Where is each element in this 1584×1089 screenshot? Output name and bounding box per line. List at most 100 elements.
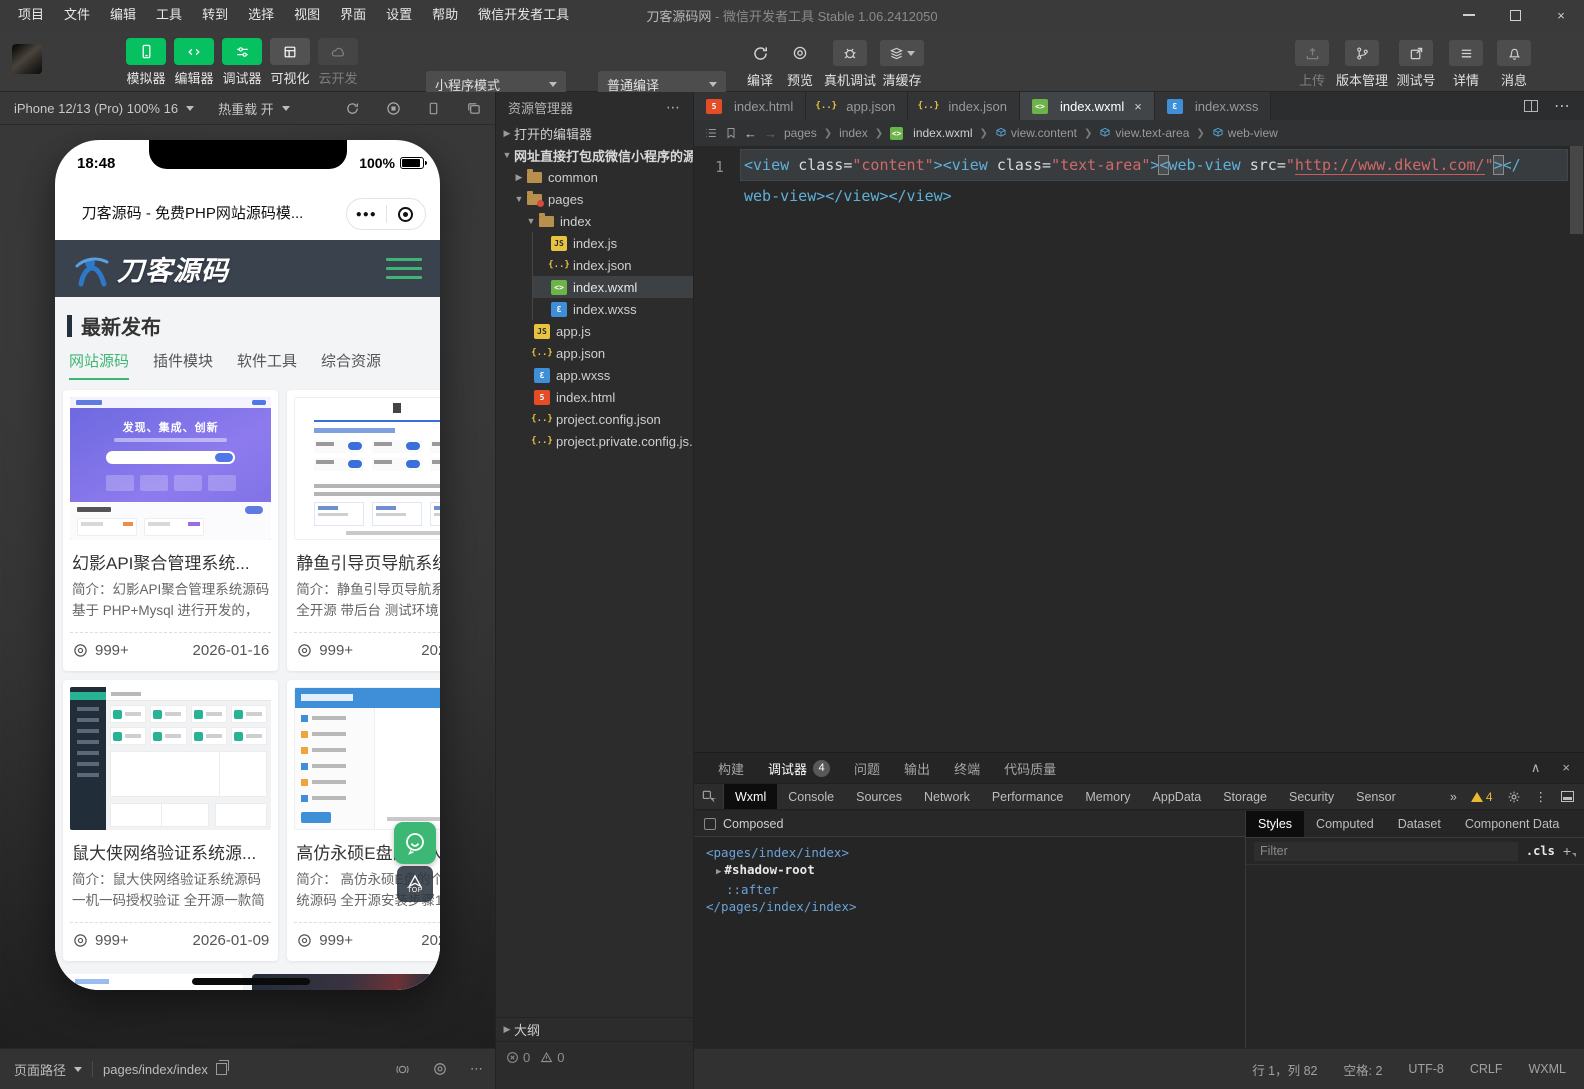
vibrate-icon[interactable] bbox=[395, 1062, 410, 1077]
outline-list-icon[interactable] bbox=[704, 126, 718, 140]
crumb-view-content[interactable]: view.content bbox=[995, 126, 1077, 140]
collapse-panel-icon[interactable]: ∧ bbox=[1531, 760, 1541, 776]
hot-reload-toggle[interactable]: 热重载 开 bbox=[218, 99, 290, 118]
bookmark-icon[interactable] bbox=[725, 126, 737, 140]
close-panel-icon[interactable]: × bbox=[1562, 760, 1570, 776]
tab-misc-resources[interactable]: 综合资源 bbox=[321, 350, 381, 380]
more-button[interactable]: ●●● bbox=[347, 209, 386, 220]
close-tab-icon[interactable]: × bbox=[1134, 99, 1142, 114]
file-index-wxml[interactable]: <> index.wxml bbox=[533, 276, 693, 298]
url-link[interactable]: http://www.dkewl.com/ bbox=[1295, 156, 1485, 175]
file-index-html[interactable]: 5 index.html bbox=[496, 386, 693, 408]
file-app-wxss[interactable]: Ɛ app.wxss bbox=[496, 364, 693, 386]
menu-settings[interactable]: 设置 bbox=[376, 0, 422, 30]
devtools-tab-sensor[interactable]: Sensor bbox=[1345, 784, 1407, 809]
stop-icon[interactable] bbox=[386, 101, 401, 116]
devtools-tab-storage[interactable]: Storage bbox=[1212, 784, 1278, 809]
folder-common[interactable]: ▶ common bbox=[496, 166, 693, 188]
tab-index-wxml[interactable]: <>index.wxml× bbox=[1020, 92, 1155, 120]
more-tabs-icon[interactable]: » bbox=[1450, 790, 1457, 804]
file-index-json[interactable]: {..} index.json bbox=[533, 254, 693, 276]
code-editor[interactable]: 1 <view class="content"><view class="tex… bbox=[694, 146, 1584, 752]
encoding[interactable]: UTF-8 bbox=[1408, 1062, 1443, 1076]
panel-tab-terminal[interactable]: 终端 bbox=[944, 759, 990, 778]
resource-card[interactable]: 静鱼引导页导航系统源... 简介：静鱼引导页导航系统源码全开源 带后台 测试环境… bbox=[287, 390, 440, 671]
devtools-menu-icon[interactable]: ⋮ bbox=[1535, 789, 1548, 804]
clear-cache-button[interactable]: 清缓存 bbox=[866, 40, 938, 89]
menu-tools[interactable]: 工具 bbox=[146, 0, 192, 30]
devtools-tab-wxml[interactable]: Wxml bbox=[724, 784, 777, 809]
wxml-node-open[interactable]: <pages/index/index> bbox=[706, 844, 1245, 861]
tab-index-json[interactable]: {..}index.json bbox=[908, 92, 1020, 120]
tab-website-source[interactable]: 网站源码 bbox=[69, 350, 129, 380]
wxml-node-shadow-root[interactable]: ▶#shadow-root bbox=[706, 861, 1245, 881]
panel-tab-output[interactable]: 输出 bbox=[894, 759, 940, 778]
dataset-tab[interactable]: Dataset bbox=[1386, 811, 1453, 837]
tab-plugin-module[interactable]: 插件模块 bbox=[153, 350, 213, 380]
project-root[interactable]: ▼ 网址直接打包成微信小程序的源码 bbox=[496, 144, 693, 166]
file-project-private-config[interactable]: {..} project.private.config.js... bbox=[496, 430, 693, 452]
more-options-icon[interactable]: ⋯ bbox=[470, 1061, 483, 1077]
outline-section[interactable]: ▶ 大纲 bbox=[496, 1017, 693, 1041]
inspect-element-icon[interactable] bbox=[694, 784, 724, 809]
tab-index-wxss[interactable]: Ɛindex.wxss bbox=[1155, 92, 1272, 120]
user-avatar[interactable] bbox=[12, 44, 42, 74]
dock-side-icon[interactable] bbox=[1561, 791, 1574, 802]
indent-setting[interactable]: 空格: 2 bbox=[1344, 1060, 1383, 1079]
panel-tab-build[interactable]: 构建 bbox=[708, 759, 754, 778]
resource-card[interactable]: 高仿永硕E盘的个人网... 简介： 高仿永硕E盘的个人网盘系统源码 全开源安装步… bbox=[287, 680, 440, 961]
file-index-js[interactable]: JS index.js bbox=[533, 232, 693, 254]
cursor-position[interactable]: 行 1，列 82 bbox=[1252, 1060, 1317, 1079]
panel-tab-debugger[interactable]: 调试器4 bbox=[758, 759, 840, 778]
cls-toggle[interactable]: .cls bbox=[1526, 844, 1555, 858]
file-project-config[interactable]: {..} project.config.json bbox=[496, 408, 693, 430]
multi-window-icon[interactable] bbox=[466, 101, 481, 116]
crumb-index[interactable]: index bbox=[839, 126, 868, 140]
explorer-more-icon[interactable]: ⋯ bbox=[666, 99, 681, 116]
chat-service-button[interactable] bbox=[394, 822, 436, 864]
menu-help[interactable]: 帮助 bbox=[422, 0, 468, 30]
eol-setting[interactable]: CRLF bbox=[1470, 1062, 1503, 1076]
editor-scrollbar[interactable] bbox=[1570, 146, 1583, 752]
crumb-web-view[interactable]: web-view bbox=[1212, 126, 1278, 140]
composed-checkbox[interactable] bbox=[704, 818, 716, 830]
wxml-node-after[interactable]: ::after bbox=[706, 881, 1245, 898]
menu-select[interactable]: 选择 bbox=[238, 0, 284, 30]
style-filter-input[interactable] bbox=[1254, 842, 1518, 861]
tab-app-json[interactable]: {..}app.json bbox=[806, 92, 908, 120]
file-app-json[interactable]: {..} app.json bbox=[496, 342, 693, 364]
computed-tab[interactable]: Computed bbox=[1304, 811, 1386, 837]
warnings-indicator[interactable]: 4 bbox=[1471, 790, 1493, 804]
devtools-settings-icon[interactable] bbox=[1507, 790, 1521, 804]
copy-path-icon[interactable] bbox=[216, 1063, 227, 1075]
folder-pages[interactable]: ▼ pages bbox=[496, 188, 693, 210]
site-logo[interactable]: 刀客源码 bbox=[73, 249, 229, 288]
devtools-tab-appdata[interactable]: AppData bbox=[1142, 784, 1213, 809]
hamburger-menu-icon[interactable] bbox=[386, 258, 422, 279]
menu-edit[interactable]: 编辑 bbox=[100, 0, 146, 30]
eye-icon[interactable] bbox=[432, 1062, 448, 1076]
language-mode[interactable]: WXML bbox=[1529, 1062, 1567, 1076]
tab-software-tools[interactable]: 软件工具 bbox=[237, 350, 297, 380]
editor-more-icon[interactable]: ⋯ bbox=[1554, 96, 1570, 116]
devtools-tab-console[interactable]: Console bbox=[777, 784, 845, 809]
folder-index[interactable]: ▼ index bbox=[496, 210, 693, 232]
close-miniprogram-button[interactable] bbox=[387, 207, 426, 222]
new-style-rule-button[interactable]: + bbox=[1563, 843, 1576, 859]
styles-tab[interactable]: Styles bbox=[1246, 811, 1304, 837]
devtools-tab-performance[interactable]: Performance bbox=[981, 784, 1075, 809]
resource-card[interactable]: 鼠大侠网络验证系统源... 简介：鼠大侠网络验证系统源码一机一码授权验证 全开源… bbox=[63, 680, 278, 961]
minimize-button[interactable] bbox=[1446, 0, 1492, 30]
back-to-top-button[interactable]: TOP bbox=[397, 866, 433, 902]
restart-icon[interactable] bbox=[345, 101, 360, 116]
resource-card[interactable]: 发现、集成、创新 幻影API聚合管理系统... 简介：幻影API聚合管理系统源码… bbox=[63, 390, 278, 671]
page-path-select[interactable]: 页面路径 bbox=[14, 1060, 82, 1079]
tab-index-html[interactable]: 5index.html bbox=[694, 92, 806, 120]
crumb-file[interactable]: <>index.wxml bbox=[890, 126, 972, 140]
devtools-tab-network[interactable]: Network bbox=[913, 784, 981, 809]
nav-back-icon[interactable]: ← bbox=[744, 126, 757, 141]
messages-button[interactable]: 消息 bbox=[1478, 40, 1550, 89]
panel-tab-problems[interactable]: 问题 bbox=[844, 759, 890, 778]
device-select[interactable]: iPhone 12/13 (Pro) 100% 16 bbox=[0, 101, 194, 116]
open-editors-section[interactable]: ▶ 打开的编辑器 bbox=[496, 122, 693, 144]
